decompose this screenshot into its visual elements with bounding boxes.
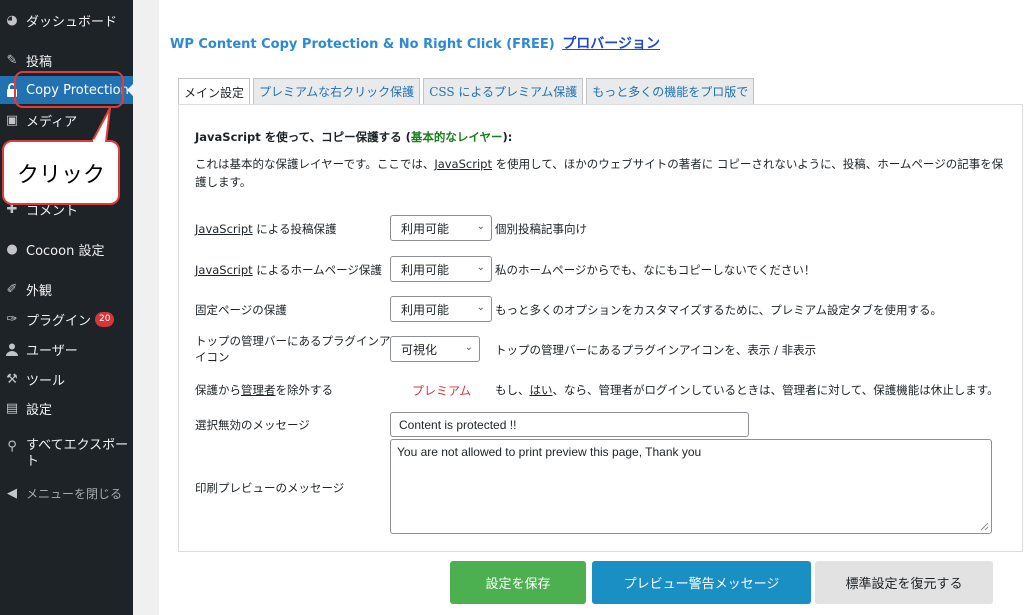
print-preview-label: 印刷プレビューのメッセージ (195, 481, 345, 495)
plugin-icon: ✑ (6, 311, 18, 327)
sidebar-item-settings[interactable]: ▤ 設定 (0, 395, 133, 421)
sidebar-item-label: ツール (26, 373, 66, 389)
sidebar-item-users[interactable]: ユーザー (0, 336, 133, 362)
page-protection-desc: もっと多くのオプションをカスタマイズするために、プレミアム設定タブを使用する。 (495, 303, 943, 317)
sidebar-item-label: ユーザー (26, 343, 78, 359)
select-value: 利用可能 (401, 262, 450, 277)
sidebar-item-label: 設定 (26, 402, 53, 418)
save-settings-button[interactable]: 設定を保存 (450, 561, 586, 604)
post-protection-label: JavaScript による投稿保護 (195, 221, 336, 237)
main-content: WP Content Copy Protection & No Right Cl… (159, 0, 1024, 615)
sidebar-item-label: 外観 (26, 283, 53, 299)
sidebar-item-export-all[interactable]: ⚲ すべてエクスポート (0, 438, 133, 478)
desc-text: これは基本的な保護レイヤーです。ここでは、 (195, 157, 435, 171)
media-icon: ▣ (5, 112, 19, 128)
resize-handle-icon[interactable] (979, 521, 989, 531)
annotation-highlight-box (14, 71, 124, 108)
brush-icon: ✐ (6, 281, 18, 297)
heading-text: JavaScript を使って、コピー保護する ( (195, 130, 411, 144)
click-callout: クリック (2, 140, 120, 205)
post-protection-desc: 個別投稿記事向け (495, 222, 587, 236)
select-value: 可視化 (401, 342, 438, 357)
selection-message-label: 選択無効のメッセージ (195, 418, 310, 432)
chevron-down-icon: ⌄ (464, 342, 473, 353)
wrench-icon: ⚒ (6, 371, 18, 387)
yes-link[interactable]: はい (530, 383, 553, 397)
active-menu-arrow (127, 83, 134, 97)
chevron-down-icon: ⌄ (476, 302, 485, 313)
sidebar-item-label: ダッシュボード (26, 14, 118, 30)
page-protection-select[interactable]: 利用可能 ⌄ (390, 296, 492, 322)
premium-label: プレミアム (412, 384, 472, 398)
heading-green-text: 基本的なレイヤー (410, 130, 503, 144)
tab-more-features[interactable]: もっと多くの機能をプロ版で (586, 78, 755, 104)
dashboard-icon: ◕ (6, 12, 18, 28)
select-value: 利用可能 (401, 302, 450, 317)
sidebar-item-appearance[interactable]: ✐ 外観 (0, 276, 133, 302)
tab-main-settings[interactable]: メイン設定 (178, 78, 251, 105)
print-preview-textarea[interactable]: You are not allowed to print preview thi… (390, 439, 992, 534)
section-description: これは基本的な保護レイヤーです。ここでは、JavaScript を使用して、ほか… (195, 155, 1005, 191)
selection-message-input[interactable]: Content is protected !! (390, 412, 749, 437)
settings-panel: JavaScript を使って、コピー保護する (基本的なレイヤー): これは基… (178, 104, 1023, 552)
export-icon: ⚲ (7, 439, 17, 454)
label-text: による投稿保護 (252, 222, 337, 236)
cocoon-icon: ● (6, 241, 18, 257)
admin-bar-icon-desc: トップの管理バーにあるプラグインアイコンを、表示 / 非表示 (495, 343, 817, 357)
heading-suffix: ): (502, 130, 513, 144)
sidebar-item-label: 投稿 (26, 54, 53, 70)
user-icon (2, 343, 22, 356)
homepage-protection-desc: 私のホームページからでも、なにもコピーしないでください！ (495, 263, 816, 277)
pin-icon: ✎ (6, 52, 18, 68)
homepage-protection-select[interactable]: 利用可能 ⌄ (390, 256, 492, 282)
homepage-protection-label: JavaScript によるホームページ保護 (195, 262, 382, 278)
settings-tabs: メイン設定 プレミアムな右クリック保護 CSS によるプレミアム保護 もっと多く… (178, 78, 757, 105)
sidebar-item-plugins[interactable]: ✑ プラグイン 20 (0, 306, 133, 332)
restore-defaults-button[interactable]: 標準設定を復元する (815, 561, 993, 604)
desc-text: もし、 (495, 383, 530, 397)
select-value: 利用可能 (401, 221, 450, 236)
section-heading: JavaScript を使って、コピー保護する (基本的なレイヤー): (195, 129, 512, 145)
sidebar-item-label: メニューを閉じる (26, 486, 123, 501)
admin-bar-icon-label: トップの管理バーにあるプラグインアイコン (195, 334, 391, 364)
collapse-icon: ◀ (7, 485, 17, 501)
sidebar-item-tools[interactable]: ⚒ ツール (0, 366, 133, 392)
label-text: 保護から (195, 383, 241, 397)
sidebar-item-label: プラグイン (26, 313, 92, 329)
plugin-title-text: WP Content Copy Protection & No Right Cl… (170, 37, 555, 52)
chevron-down-icon: ⌄ (476, 221, 485, 232)
admin-link[interactable]: 管理者 (241, 383, 276, 397)
sidebar-item-label: Cocoon 設定 (26, 243, 105, 259)
textarea-value: You are not allowed to print preview thi… (397, 445, 702, 459)
plugin-update-badge: 20 (95, 311, 115, 327)
label-text: を除外する (275, 383, 334, 397)
tab-css-premium[interactable]: CSS によるプレミアム保護 (423, 78, 584, 104)
callout-tail (90, 107, 111, 142)
admin-bar-icon-select[interactable]: 可視化 ⌄ (390, 336, 480, 362)
sidebar-item-label: すべてエクスポート (26, 438, 129, 469)
post-protection-select[interactable]: 利用可能 ⌄ (390, 215, 492, 241)
sidebar-item-dashboard[interactable]: ◕ ダッシュボード (0, 7, 133, 33)
javascript-link[interactable]: JavaScript (195, 222, 253, 236)
javascript-link[interactable]: JavaScript (195, 263, 253, 277)
settings-icon: ▤ (5, 400, 19, 416)
sidebar-item-posts[interactable]: ✎ 投稿 (0, 47, 133, 73)
javascript-link[interactable]: JavaScript (434, 157, 492, 171)
pro-version-link[interactable]: プロバージョン (562, 36, 660, 52)
preview-warning-button[interactable]: プレビュー警告メッセージ (592, 561, 811, 604)
label-text: によるホームページ保護 (252, 263, 382, 277)
desc-text-rest: 、なら、管理者がログインしているときは、管理者に対して、保護機能は休止します。 (552, 383, 999, 397)
collapse-menu-button[interactable]: ◀ メニューを閉じる (0, 480, 133, 506)
tab-premium-right-click[interactable]: プレミアムな右クリック保護 (253, 78, 421, 104)
page-protection-label: 固定ページの保護 (195, 303, 287, 317)
sidebar-item-cocoon[interactable]: ● Cocoon 設定 (0, 236, 133, 262)
exclude-admin-desc: もし、はい、なら、管理者がログインしているときは、管理者に対して、保護機能は休止… (495, 382, 999, 398)
sidebar-item-label: メディア (26, 114, 78, 130)
exclude-admin-label: 保護から管理者を除外する (195, 382, 333, 398)
plugin-title: WP Content Copy Protection & No Right Cl… (170, 33, 660, 53)
chevron-down-icon: ⌄ (476, 262, 485, 273)
